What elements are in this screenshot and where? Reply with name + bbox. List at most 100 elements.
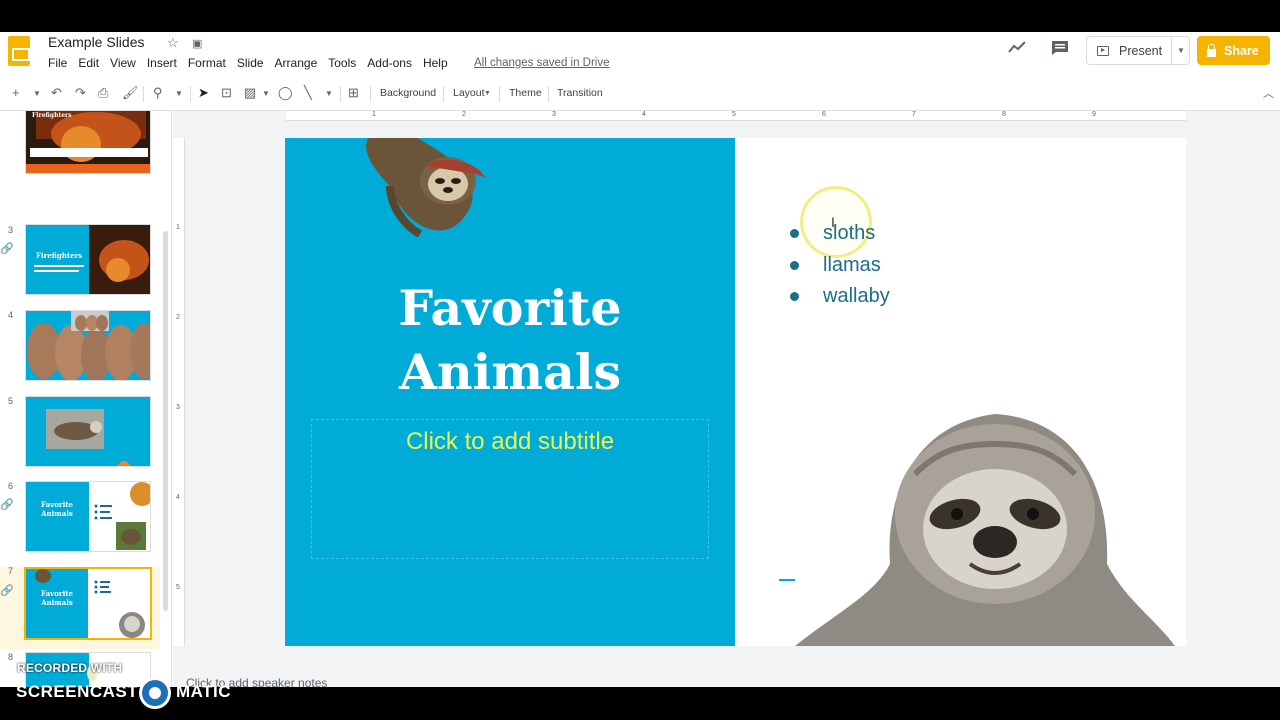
ruler-tick: 1 [372,111,376,118]
zoom-dropdown-icon[interactable]: ▼ [175,89,183,98]
ruler-tick: 2 [176,314,180,321]
watermark-screencast: SCREENCAST [16,682,139,701]
slide-thumbnail-2[interactable]: Firefighters [25,111,151,174]
present-options-dropdown[interactable]: ▼ [1177,46,1185,55]
link-icon: 🔗 [0,499,14,511]
zoom-icon[interactable]: ⚲ [153,85,163,101]
ruler-tick: 5 [732,111,736,118]
menu-edit[interactable]: Edit [78,56,99,70]
screencast-logo-icon [139,677,171,709]
vertical-ruler[interactable]: 1 2 3 4 5 [173,138,185,646]
slide-thumbnail-6[interactable]: Favorite Animals [25,481,151,552]
thumb3-title: Firefighters [36,251,83,260]
bullet-list[interactable]: sloths llamas wallaby [790,218,890,313]
menu-bar: File Edit View Insert Format Slide Arran… [48,56,459,70]
menu-view[interactable]: View [110,56,136,70]
link-icon: 🔗 [0,585,14,597]
layout-button[interactable]: Layout [453,87,485,99]
move-to-folder-icon[interactable]: ▣ [192,37,202,50]
comment-add-icon[interactable]: ⊞ [348,85,359,101]
hanging-sloth-image[interactable] [330,138,490,246]
bullet-text: llamas [823,253,881,276]
filmstrip-scrollbar[interactable] [163,231,168,611]
present-label: Present [1119,43,1163,58]
share-label: Share [1224,43,1259,58]
save-status-link[interactable]: All changes saved in Drive [474,57,610,69]
recording-top-bar [0,0,1280,32]
small-line-shape[interactable] [779,579,795,581]
slide-number-8: 8 [8,652,14,662]
bullet-dot-icon [790,292,799,302]
slides-logo-icon[interactable] [8,36,30,66]
ruler-tick: 2 [462,111,466,118]
text-box-icon[interactable]: ⊡ [221,85,232,101]
menu-format[interactable]: Format [188,56,226,70]
present-button[interactable]: Present ▼ [1086,36,1190,65]
ruler-tick: 1 [176,224,180,231]
image-icon[interactable]: ▨ [244,85,256,101]
slide-thumbnail-3[interactable]: Firefighters [25,224,151,295]
horizontal-ruler[interactable]: 1 2 3 4 5 6 7 8 9 [286,111,1186,121]
collapse-chevron-icon[interactable]: ︿ [1263,85,1274,101]
activity-trend-icon[interactable] [1008,40,1026,59]
undo-icon[interactable]: ↶ [51,85,62,101]
toolbar: + ▼ ↶ ↷ ⎙ 🖌 ⚲ ▼ ➤ ⊡ ▨ ▼ ◯ ╲ ▼ ⊞ Backgrou… [0,82,1280,106]
slide-thumbnail-4[interactable] [25,310,151,381]
slide-title-line2: Animals [398,343,622,401]
subtitle-placeholder[interactable]: Click to add subtitle [311,428,709,456]
line-icon[interactable]: ╲ [304,85,312,101]
comments-icon[interactable] [1051,40,1069,61]
image-dropdown-icon[interactable]: ▼ [262,89,270,98]
transition-button[interactable]: Transition [557,87,603,99]
slide-number-3: 3 [8,225,14,235]
shape-icon[interactable]: ◯ [278,85,293,101]
ruler-tick: 4 [642,111,646,118]
menu-help[interactable]: Help [423,56,448,70]
menu-slide[interactable]: Slide [237,56,264,70]
slide-number-4: 4 [8,310,14,320]
lock-icon [1207,43,1216,57]
star-icon[interactable]: ☆ [167,35,179,51]
current-slide[interactable]: Favorite Animals Click to add subtitle s… [285,138,1186,646]
theme-button[interactable]: Theme [509,87,542,99]
ruler-tick: 9 [1092,111,1096,118]
bullet-item: sloths [790,218,890,250]
line-dropdown-icon[interactable]: ▼ [325,89,333,98]
sloth-face-image[interactable] [795,414,1175,646]
watermark-recorded-with: RECORDED WITH [17,661,123,675]
slide-thumbnail-7-selected[interactable]: Favorite Animals [24,567,152,640]
ruler-tick: 5 [176,584,180,591]
new-slide-dropdown-icon[interactable]: ▼ [33,89,41,98]
slide-number-7: 7 [8,566,14,576]
slide-title[interactable]: Favorite Animals [345,276,675,404]
print-icon[interactable]: ⎙ [98,85,108,101]
thumb2-title: Firefighters [32,112,72,119]
paint-format-icon[interactable]: 🖌 [122,85,139,101]
ruler-tick: 3 [552,111,556,118]
app-header: Example Slides ☆ ▣ File Edit View Insert… [0,32,1280,78]
menu-addons[interactable]: Add-ons [367,56,412,70]
new-slide-icon[interactable]: + [12,85,20,100]
redo-icon[interactable]: ↷ [75,85,86,101]
share-button[interactable]: Share [1197,36,1270,65]
menu-tools[interactable]: Tools [328,56,356,70]
link-icon: 🔗 [0,243,14,255]
slide-number-6: 6 [8,481,14,491]
thumb7-title: Favorite Animals [41,589,73,607]
present-icon [1097,45,1109,56]
thumb6-title: Favorite Animals [41,500,73,518]
text-cursor-icon: I [831,214,835,230]
slide-thumbnail-5[interactable] [25,396,151,467]
ruler-tick: 7 [912,111,916,118]
watermark-matic: MATIC [176,682,232,701]
menu-arrange[interactable]: Arrange [275,56,318,70]
background-button[interactable]: Background [380,87,436,99]
document-title[interactable]: Example Slides [48,34,145,50]
slide-filmstrip: Firefighters 3 🔗 Firefighters 4 5 6 🔗 Fa… [0,111,172,687]
ruler-tick: 4 [176,494,180,501]
slide-title-line1: Favorite [398,279,622,337]
menu-file[interactable]: File [48,56,67,70]
menu-insert[interactable]: Insert [147,56,177,70]
layout-dropdown-icon[interactable]: ▼ [484,90,491,97]
select-cursor-icon[interactable]: ➤ [198,85,209,101]
